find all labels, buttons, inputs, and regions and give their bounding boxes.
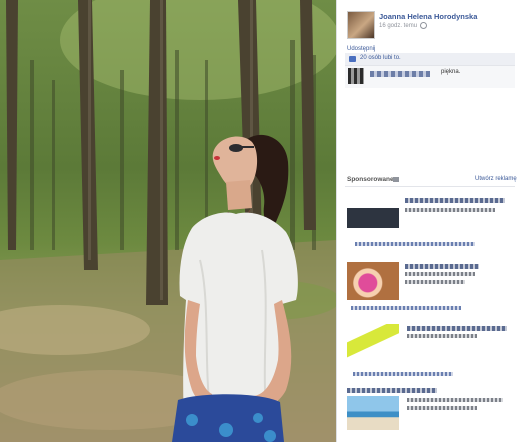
ad-image[interactable] xyxy=(347,324,399,360)
ad-item[interactable] xyxy=(347,322,515,364)
ad-item[interactable] xyxy=(347,386,515,430)
ad-image[interactable] xyxy=(347,262,399,300)
ad-text-redacted xyxy=(405,272,475,276)
ad-title-redacted[interactable] xyxy=(405,264,479,269)
post-timestamp[interactable]: 16 godz. temu xyxy=(379,22,427,29)
divider xyxy=(345,186,515,187)
like-thumb-icon xyxy=(349,56,356,62)
ad-image[interactable] xyxy=(347,208,399,228)
sponsored-header: Sponsorowane xyxy=(347,176,394,183)
ad-link-redacted[interactable] xyxy=(355,242,475,246)
ad-title-redacted[interactable] xyxy=(347,388,437,393)
post-sidebar: Joanna Helena Horodynska 16 godz. temu U… xyxy=(336,0,518,442)
commenter-avatar[interactable] xyxy=(348,68,364,84)
comment: piękna. xyxy=(345,66,515,88)
ad-title-redacted[interactable] xyxy=(407,326,507,331)
share-link[interactable]: Udostępnij xyxy=(347,46,375,52)
author-name[interactable]: Joanna Helena Horodynska xyxy=(379,12,477,21)
author-avatar[interactable] xyxy=(347,11,375,39)
ad-text-redacted xyxy=(407,334,477,338)
ad-text-redacted xyxy=(405,280,465,284)
ad-image[interactable] xyxy=(347,396,399,430)
ad-text-redacted xyxy=(407,406,477,410)
ad-link-redacted[interactable] xyxy=(353,372,453,376)
globe-icon xyxy=(419,22,427,29)
ad-link-redacted[interactable] xyxy=(351,306,461,310)
post-photo[interactable] xyxy=(0,0,336,442)
info-icon[interactable] xyxy=(393,177,399,182)
forest-scene xyxy=(0,0,336,442)
ad-title-redacted[interactable] xyxy=(405,198,505,203)
ad-item[interactable] xyxy=(347,262,515,308)
likes-count-link[interactable]: 20 osób lubi to. xyxy=(360,55,401,61)
ad-text-redacted xyxy=(407,398,503,402)
create-ad-link[interactable]: Utwórz reklamę xyxy=(475,176,517,182)
ad-text-redacted xyxy=(405,208,495,212)
commenter-name-redacted[interactable] xyxy=(370,71,430,77)
likes-summary: 20 osób lubi to. xyxy=(345,53,515,66)
ad-item[interactable] xyxy=(347,196,515,236)
comment-text: piękna. xyxy=(441,69,461,75)
timestamp-text[interactable]: 16 godz. temu xyxy=(379,23,417,29)
